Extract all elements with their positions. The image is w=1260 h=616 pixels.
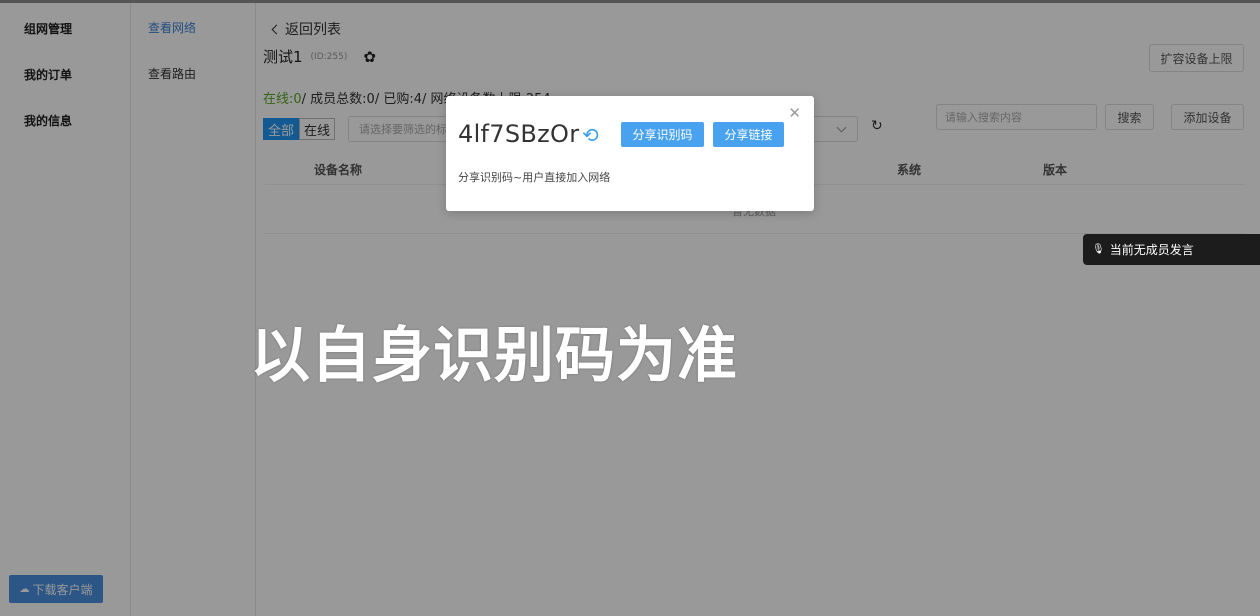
toast-text: 当前无成员发言 bbox=[1109, 243, 1194, 257]
sync-icon[interactable]: ⟲ bbox=[582, 123, 599, 147]
modal-description: 分享识别码~用户直接加入网络 bbox=[458, 171, 611, 184]
share-code-modal: ✕ 4lf7SBzOr ⟲ 分享识别码 分享链接 分享识别码~用户直接加入网络 bbox=[446, 96, 814, 211]
video-caption: 以自身识别码为准 bbox=[250, 321, 738, 391]
microphone-icon: 🎙 bbox=[1092, 244, 1105, 255]
identification-code: 4lf7SBzOr bbox=[458, 120, 580, 148]
speaker-toast: 🎙 当前无成员发言 bbox=[1083, 234, 1260, 265]
close-icon[interactable]: ✕ bbox=[788, 104, 801, 122]
share-link-button[interactable]: 分享链接 bbox=[713, 122, 784, 147]
share-code-button[interactable]: 分享识别码 bbox=[621, 122, 704, 147]
